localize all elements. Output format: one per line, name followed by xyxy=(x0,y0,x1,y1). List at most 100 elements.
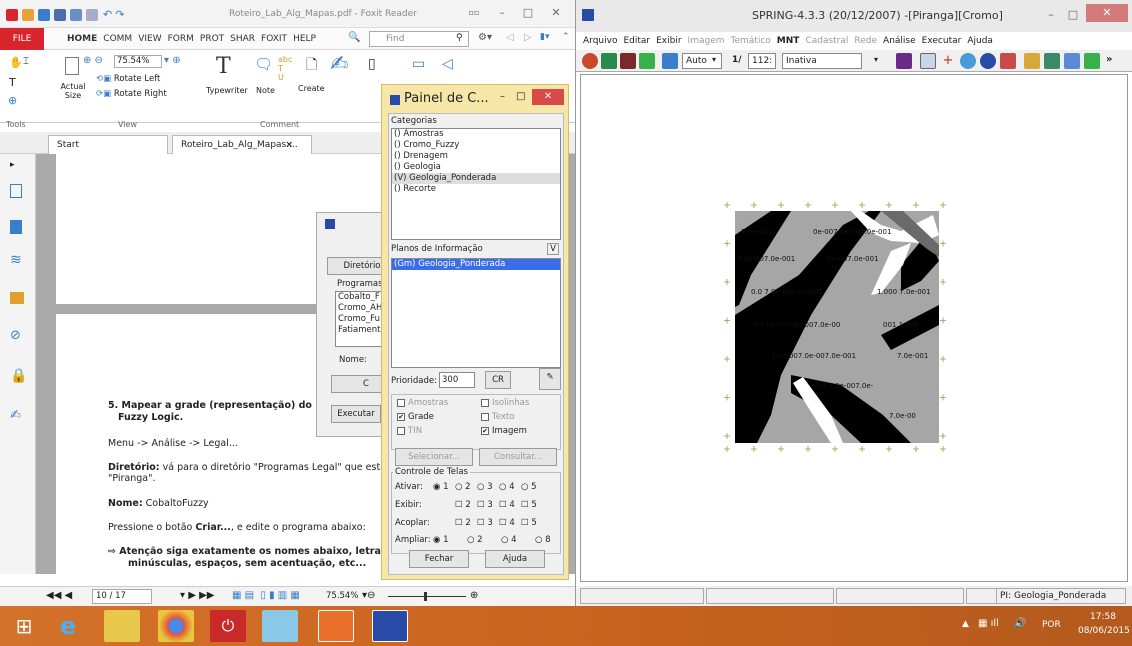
tab-close-icon[interactable]: × xyxy=(285,136,293,154)
zoom-out-icon[interactable]: ▾⊖ xyxy=(362,590,375,601)
menu-foxit[interactable]: FOXIT xyxy=(258,34,290,44)
ie-icon[interactable]: e xyxy=(50,610,86,642)
query-icon[interactable] xyxy=(980,53,996,69)
inativa-select[interactable]: Inativa xyxy=(782,53,862,69)
radio-icon[interactable]: ○ xyxy=(521,482,531,492)
acoplar-option[interactable]: ☐ 4 xyxy=(499,518,515,528)
find-search-icon[interactable]: ⚲ xyxy=(456,33,463,43)
chrome-icon[interactable] xyxy=(158,610,194,642)
signature-icon[interactable]: ✍ xyxy=(10,408,26,424)
draw-icon[interactable] xyxy=(639,53,655,69)
categorias-list[interactable]: () Amostras() Cromo_Fuzzy() Drenagem() G… xyxy=(391,128,561,240)
ampliar-option[interactable]: ○ 8 xyxy=(535,535,551,545)
print-icon[interactable] xyxy=(54,8,66,21)
project-icon[interactable] xyxy=(601,53,617,69)
acoplar-option[interactable]: ☐ 5 xyxy=(521,518,537,528)
ampliar-option[interactable]: ◉ 1 xyxy=(433,535,449,545)
zoom-in-icon[interactable]: ⊕ ⊖ xyxy=(83,55,103,66)
fullscreen-icon[interactable]: ▭ xyxy=(412,56,425,72)
checkbox-amostras[interactable] xyxy=(397,398,405,407)
zoom-slider-thumb[interactable] xyxy=(424,592,427,601)
pan-icon[interactable] xyxy=(920,53,936,69)
rotate-right-button[interactable]: ⟳▣ Rotate Right xyxy=(96,89,167,99)
painel-icon[interactable] xyxy=(662,53,678,69)
painel-close-icon[interactable]: ✕ xyxy=(532,89,564,105)
check-grade[interactable]: ✔ Grade xyxy=(397,412,434,422)
page-icon[interactable]: ▮▾ xyxy=(540,32,549,42)
folder-app-icon[interactable] xyxy=(262,610,298,642)
language-indicator[interactable]: POR xyxy=(1042,620,1061,630)
checkbox-imagem[interactable]: ✔ xyxy=(481,426,489,435)
checkbox-icon[interactable]: ☐ xyxy=(521,518,531,528)
open-icon[interactable] xyxy=(22,8,34,21)
security-lock-icon[interactable]: 🔒 xyxy=(10,368,27,384)
list-item[interactable]: () Amostras xyxy=(392,129,560,140)
first-page-icon[interactable]: ◀◀ ◀ xyxy=(46,590,72,601)
exibir-option[interactable]: ☐ 4 xyxy=(499,500,515,510)
menu-rede[interactable]: Rede xyxy=(851,36,880,46)
executar-button[interactable]: Executar xyxy=(331,405,381,423)
overflow-icon[interactable] xyxy=(1084,53,1100,69)
erase-icon[interactable] xyxy=(1000,53,1016,69)
info-icon[interactable] xyxy=(960,53,976,69)
spring-taskbar-icon[interactable] xyxy=(372,610,408,642)
check-texto[interactable]: Texto xyxy=(481,412,514,422)
nav-forward-icon[interactable]: ▷ xyxy=(524,32,532,43)
auto-dropdown-icon[interactable]: ▾ xyxy=(712,55,716,64)
exibir-option[interactable]: ☐ 2 xyxy=(455,500,471,510)
hand-tool-icon[interactable]: ✋ xyxy=(9,56,23,69)
ativar-option[interactable]: ○ 3 xyxy=(477,482,493,492)
zoom-plus-icon[interactable]: ▾ ⊕ xyxy=(164,55,181,66)
menu-ajuda[interactable]: Ajuda xyxy=(964,36,996,46)
create-icon[interactable]: 🗋 xyxy=(306,54,317,78)
menu-comm[interactable]: COMM xyxy=(100,34,135,44)
select-tool-icon[interactable]: T xyxy=(9,76,16,89)
zoom-in-status-icon[interactable]: ⊕ xyxy=(470,590,478,601)
comments-panel-icon[interactable] xyxy=(10,292,24,304)
clock-date[interactable]: 08/06/2015 xyxy=(1078,626,1130,636)
selecionar-button[interactable]: Selecionar... xyxy=(395,448,473,466)
view-mode-icons[interactable]: ▦ ▤ ▯ ▮ ▥ ▦ xyxy=(232,590,300,601)
note-label[interactable]: Note xyxy=(256,86,275,95)
zoom-out-area-icon[interactable] xyxy=(1064,53,1080,69)
ampliar-option[interactable]: ○ 2 xyxy=(467,535,483,545)
ativar-option[interactable]: ○ 2 xyxy=(455,482,471,492)
highlight-icon[interactable]: abc T U xyxy=(278,55,292,82)
minimize-icon[interactable]: – xyxy=(495,6,509,20)
menu-analise[interactable]: Análise xyxy=(880,36,919,46)
checkbox-icon[interactable]: ☐ xyxy=(455,518,465,528)
map-icon[interactable] xyxy=(896,53,912,69)
network-icon[interactable]: ▦ ıll xyxy=(978,618,999,629)
menu-home[interactable]: HOME xyxy=(64,34,100,44)
spring-close-icon[interactable]: ✕ xyxy=(1086,4,1128,22)
zoom-slider[interactable] xyxy=(388,596,466,597)
actual-size-label[interactable]: Actual Size xyxy=(60,82,86,100)
power-app-icon[interactable]: ⏻ xyxy=(210,610,246,642)
menu-form[interactable]: FORM xyxy=(165,34,197,44)
painel-minimize-icon[interactable]: – xyxy=(500,91,505,102)
painel-maximize-icon[interactable]: □ xyxy=(516,91,525,102)
tray-expand-icon[interactable]: ▲ xyxy=(962,619,969,629)
undo-icon[interactable]: ↶ xyxy=(103,8,112,21)
settings-icon[interactable]: ⚙▾ xyxy=(478,32,492,43)
list-item[interactable]: () Drenagem xyxy=(392,151,560,162)
cursor-plus-icon[interactable]: + xyxy=(940,53,956,69)
menu-executar[interactable]: Executar xyxy=(919,36,965,46)
checkbox-tin[interactable] xyxy=(397,426,405,435)
find-input[interactable]: Find xyxy=(369,31,469,47)
menu-tematico[interactable]: Temático xyxy=(728,36,774,46)
menu-mnt[interactable]: MNT xyxy=(774,36,803,46)
layers-icon[interactable] xyxy=(620,53,636,69)
typewriter-icon[interactable]: T xyxy=(216,54,231,79)
list-item[interactable]: () Geologia xyxy=(392,162,560,173)
check-isolinhas[interactable]: Isolinhas xyxy=(481,398,529,408)
menu-help[interactable]: HELP xyxy=(290,34,319,44)
search-doc-icon[interactable]: 🔍 xyxy=(348,32,360,43)
tab-start[interactable]: Start xyxy=(48,135,168,154)
spring-minimize-icon[interactable]: – xyxy=(1044,8,1058,22)
close-icon[interactable]: ✕ xyxy=(549,6,563,20)
toolbar-more-icon[interactable]: » xyxy=(1106,54,1112,65)
check-amostras[interactable]: Amostras xyxy=(397,398,448,408)
redo-icon[interactable]: ↷ xyxy=(115,8,124,21)
radio-icon[interactable]: ○ xyxy=(467,535,477,545)
